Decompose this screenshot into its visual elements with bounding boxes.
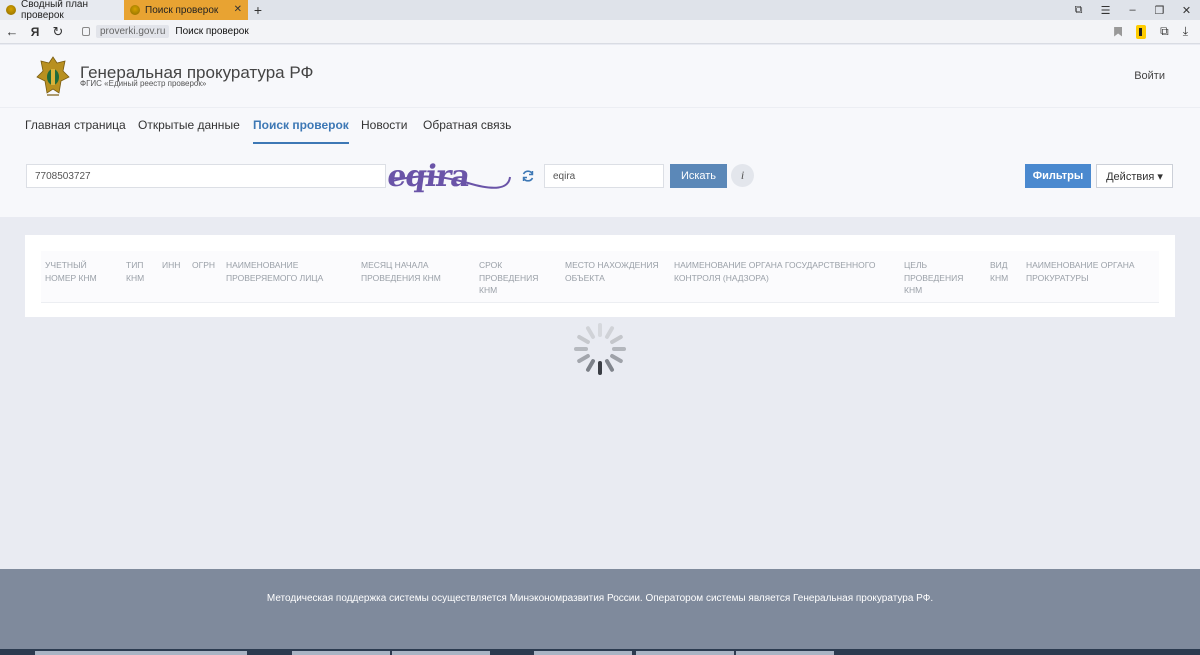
info-icon[interactable]: i [731, 164, 754, 187]
reader-icon[interactable]: ⧉ [1160, 24, 1169, 39]
restore-icon[interactable]: ❐ [1146, 4, 1173, 17]
address-bar: ← Я ↻ proverki.gov.ru Поиск проверок ⧉ ⤓ [0, 20, 1200, 44]
taskbar-item[interactable] [35, 651, 247, 655]
url-field[interactable]: proverki.gov.ru Поиск проверок [82, 25, 1114, 38]
url-domain: proverki.gov.ru [96, 25, 170, 38]
loading-spinner-icon [574, 323, 626, 375]
extension-icon[interactable] [1136, 24, 1147, 39]
browser-tab-label: Поиск проверок [145, 4, 219, 16]
nav-item-open-data[interactable]: Открытые данные [138, 118, 240, 142]
search-button[interactable]: Искать [670, 164, 727, 188]
captcha-image: eqira [388, 159, 511, 194]
os-taskbar [0, 649, 1200, 655]
prosecutor-emblem-icon [36, 56, 70, 96]
column-header[interactable]: Вид КНМ [990, 259, 1020, 284]
bookmark-icon[interactable] [1114, 26, 1123, 37]
column-header[interactable]: Цель проведения КНМ [904, 259, 979, 297]
window-controls: ⧉ ☰ – ❐ ✕ [1065, 0, 1200, 20]
download-icon[interactable]: ⤓ [1183, 24, 1188, 39]
column-header[interactable]: Наименование органа государственного кон… [674, 259, 889, 284]
nav-item-home[interactable]: Главная страница [25, 118, 126, 142]
minimize-icon[interactable]: – [1119, 4, 1146, 16]
actions-dropdown[interactable]: Действия ▾ [1096, 164, 1173, 188]
yandex-logo-icon[interactable]: Я [24, 25, 46, 39]
column-header[interactable]: Срок проведения КНМ [479, 259, 554, 297]
browser-tab-label: Сводный план проверок [21, 0, 89, 21]
search-input[interactable] [26, 164, 386, 188]
reload-icon[interactable]: ↻ [46, 24, 70, 40]
column-header[interactable]: Наименование органа прокуратуры [1026, 259, 1156, 284]
tabs-menu-icon[interactable]: ⧉ [1065, 4, 1092, 17]
taskbar-item[interactable] [636, 651, 734, 655]
login-link[interactable]: Войти [1134, 70, 1165, 82]
close-tab-icon[interactable]: ✕ [234, 4, 242, 15]
taskbar-item[interactable] [292, 651, 390, 655]
emblem-favicon-icon [130, 5, 140, 15]
browser-tab-bar: Сводный план проверок Поиск проверок ✕ +… [0, 0, 1200, 21]
hamburger-menu-icon[interactable]: ☰ [1092, 4, 1119, 17]
emblem-favicon-icon [6, 5, 16, 15]
browser-tab-search[interactable]: Поиск проверок ✕ [124, 0, 248, 20]
browser-tab-plan[interactable]: Сводный план проверок [0, 0, 124, 21]
column-header[interactable]: ОГРН [192, 259, 222, 272]
url-page-title: Поиск проверок [175, 26, 249, 37]
site-footer: Методическая поддержка системы осуществл… [0, 569, 1200, 649]
refresh-captcha-icon[interactable] [521, 169, 535, 183]
taskbar-item[interactable] [392, 651, 490, 655]
column-header[interactable]: Наименование проверяемого лица [226, 259, 346, 284]
table-header: Учетный номер КНМ Тип КНМ ИНН ОГРН Наиме… [41, 251, 1159, 303]
nav-item-news[interactable]: Новости [361, 118, 407, 142]
close-window-icon[interactable]: ✕ [1173, 4, 1200, 17]
results-table: Учетный номер КНМ Тип КНМ ИНН ОГРН Наиме… [25, 235, 1175, 317]
column-header[interactable]: Месяц начала проведения КНМ [361, 259, 461, 284]
site-header: Генеральная прокуратура РФ ФГИС «Единый … [0, 45, 1200, 107]
lock-icon [82, 27, 90, 36]
column-header[interactable]: Учетный номер КНМ [45, 259, 115, 284]
footer-text: Методическая поддержка системы осуществл… [266, 593, 934, 604]
search-panel: eqira Искать i Фильтры Действия ▾ [0, 145, 1200, 217]
column-header[interactable]: Тип КНМ [126, 259, 156, 284]
captcha-input[interactable] [544, 164, 664, 188]
taskbar-item[interactable] [534, 651, 632, 655]
filters-button[interactable]: Фильтры [1025, 164, 1091, 188]
column-header[interactable]: ИНН [162, 259, 190, 272]
new-tab-icon[interactable]: + [248, 0, 268, 20]
back-arrow-icon[interactable]: ← [0, 24, 24, 39]
taskbar-item[interactable] [736, 651, 834, 655]
column-header[interactable]: Место нахождения объекта [565, 259, 667, 284]
nav-item-feedback[interactable]: Обратная связь [423, 118, 511, 142]
site-subtitle: ФГИС «Единый реестр проверок» [80, 79, 207, 88]
main-nav: Главная страница Открытые данные Поиск п… [0, 107, 1200, 145]
nav-item-search[interactable]: Поиск проверок [253, 118, 349, 144]
